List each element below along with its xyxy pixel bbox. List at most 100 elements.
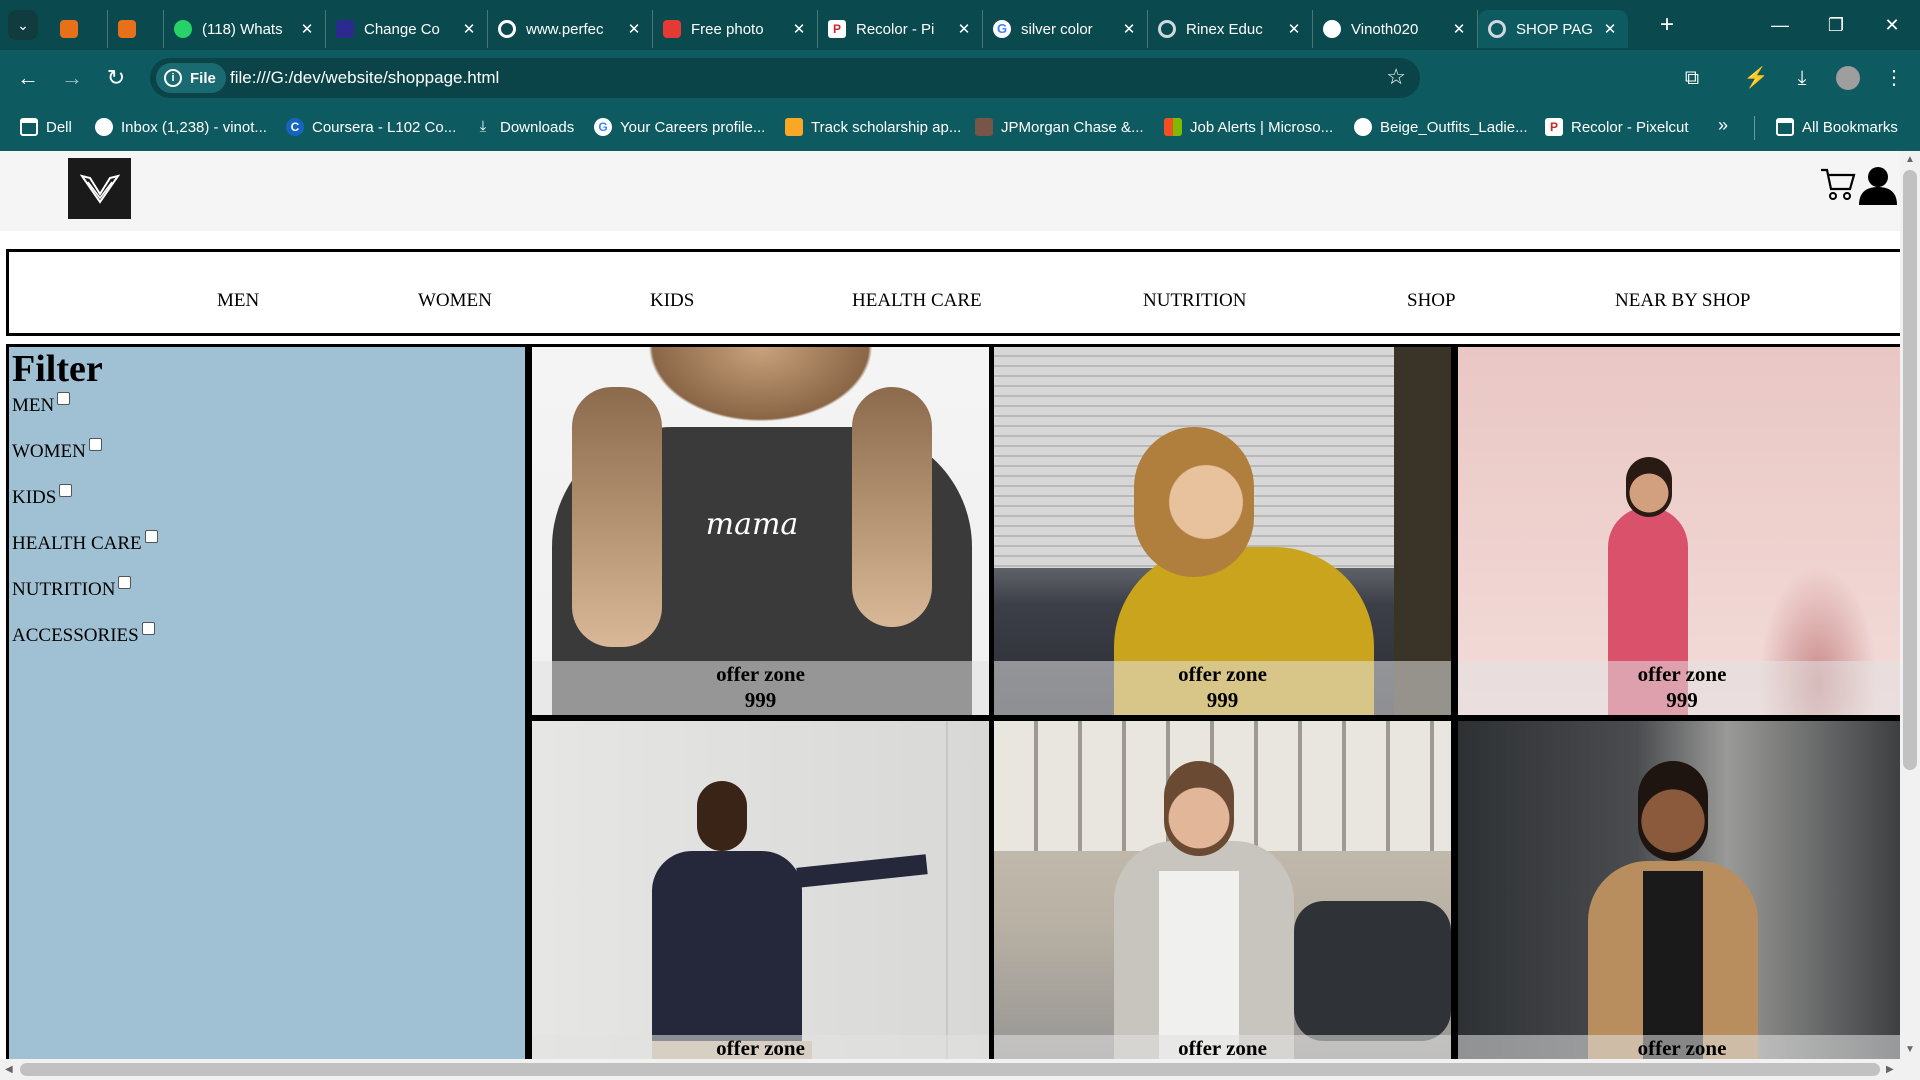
vertical-scrollbar-thumb[interactable] (1903, 170, 1917, 770)
product-card[interactable]: offer zone 999 (1458, 347, 1900, 715)
close-icon[interactable]: ✕ (791, 20, 807, 38)
menu-icon[interactable]: ⋮ (1878, 62, 1910, 94)
photo-app-icon (663, 20, 681, 38)
product-caption: offer zone (994, 1035, 1451, 1059)
close-icon[interactable]: ✕ (626, 20, 642, 38)
filter-checkbox-kids[interactable] (59, 484, 73, 497)
back-button[interactable]: ← (12, 62, 44, 94)
close-icon[interactable]: ✕ (1602, 20, 1618, 38)
bookmark-recolor[interactable]: P Recolor - Pixelcut (1545, 118, 1689, 136)
close-icon[interactable]: ✕ (1121, 20, 1137, 38)
scroll-left-icon[interactable]: ◀ (5, 1064, 13, 1075)
tab-github[interactable]: Vinoth020 ✕ (1313, 10, 1478, 48)
nav-nutrition[interactable]: NUTRITION (1143, 290, 1246, 312)
scroll-down-icon[interactable]: ▼ (1905, 1044, 1915, 1055)
filter-checkbox-women[interactable] (88, 438, 102, 451)
product-card[interactable]: offer zone (1458, 721, 1900, 1059)
bookmark-downloads[interactable]: ⤓ Downloads (474, 118, 575, 136)
filter-option-accessories: ACCESSORIES (12, 622, 155, 647)
profile-avatar[interactable] (1832, 62, 1864, 94)
close-icon[interactable]: ✕ (299, 20, 315, 38)
all-bookmarks-button[interactable]: All Bookmarks (1776, 118, 1898, 136)
nav-health-care[interactable]: HEALTH CARE (852, 290, 982, 312)
url-text[interactable]: file:///G:/dev/website/shoppage.html (230, 68, 499, 88)
cart-icon[interactable] (1820, 167, 1856, 206)
performance-icon[interactable]: ⚡ (1740, 62, 1772, 94)
filter-checkbox-men[interactable] (57, 392, 71, 405)
filter-checkbox-health-care[interactable] (144, 530, 158, 543)
filter-option-nutrition: NUTRITION (12, 576, 132, 601)
bookmark-beige-outfits[interactable]: Beige_Outfits_Ladie... (1354, 118, 1528, 136)
close-icon[interactable]: ✕ (1286, 20, 1302, 38)
nav-kids[interactable]: KIDS (650, 290, 694, 312)
bookmark-star-icon[interactable]: ☆ (1386, 64, 1406, 90)
product-caption: offer zone 999 (532, 661, 989, 715)
bookmark-dell[interactable]: Dell (20, 118, 72, 136)
tab-whatsapp[interactable]: (118) Whats ✕ (164, 10, 326, 48)
bookmark-careers[interactable]: G Your Careers profile... (594, 118, 765, 136)
product-price: 999 (1666, 688, 1698, 712)
close-icon[interactable]: ✕ (461, 20, 477, 38)
tab-recolor[interactable]: P Recolor - Pi ✕ (818, 10, 983, 48)
filter-checkbox-accessories[interactable] (141, 622, 155, 635)
bookmark-jpmorgan[interactable]: JPMorgan Chase &... (975, 118, 1144, 136)
product-card[interactable]: offer zone (532, 721, 989, 1059)
filter-label: HEALTH CARE (12, 533, 142, 554)
filter-option-men: MEN (12, 392, 71, 417)
close-window-button[interactable]: ✕ (1864, 0, 1920, 50)
tab-label: Vinoth020 (1351, 20, 1419, 38)
site-logo[interactable] (68, 158, 131, 219)
product-card[interactable]: mama offer zone 999 (532, 347, 989, 715)
filter-checkbox-nutrition[interactable] (118, 576, 132, 589)
minimize-button[interactable]: — (1752, 0, 1808, 50)
restore-button[interactable]: ❐ (1808, 0, 1864, 50)
address-bar[interactable]: i File file:///G:/dev/website/shoppage.h… (150, 58, 1420, 98)
product-title: offer zone (716, 1036, 805, 1059)
tab-shop-page[interactable]: SHOP PAGE ✕ (1478, 10, 1628, 48)
scroll-up-icon[interactable]: ▲ (1905, 154, 1915, 165)
mail-icon (95, 118, 113, 136)
jpmorgan-icon (975, 118, 993, 136)
product-title: offer zone (1178, 1036, 1267, 1059)
tab-free-photo[interactable]: Free photo ✕ (653, 10, 818, 48)
horizontal-scrollbar-thumb[interactable] (20, 1063, 1880, 1076)
extensions-icon[interactable]: ⧉ (1676, 62, 1708, 94)
tab-label: Recolor - Pi (856, 20, 935, 38)
product-card[interactable]: offer zone 999 (994, 347, 1451, 715)
product-photo (994, 721, 1451, 1059)
nav-near-by-shop[interactable]: NEAR BY SHOP (1615, 290, 1751, 312)
download-icon[interactable]: ⤓ (1786, 62, 1818, 94)
user-icon[interactable] (1858, 165, 1898, 210)
bookmark-inbox[interactable]: Inbox (1,238) - vinot... (95, 118, 267, 136)
whatsapp-icon (174, 20, 192, 38)
info-icon: i (164, 69, 182, 87)
more-bookmarks-button[interactable]: » (1718, 115, 1728, 136)
tab-perfect[interactable]: www.perfec ✕ (488, 10, 653, 48)
nav-men[interactable]: MEN (217, 290, 259, 312)
product-card[interactable]: offer zone (994, 721, 1451, 1059)
nav-shop[interactable]: SHOP (1407, 290, 1456, 312)
tab-rinex[interactable]: Rinex Educ ✕ (1148, 10, 1313, 48)
tab-search-button[interactable]: ⌄ (8, 10, 38, 40)
tab-label: (118) Whats (202, 20, 283, 38)
bookmark-job-alerts[interactable]: Job Alerts | Microso... (1164, 118, 1333, 136)
tab-pinned-2[interactable] (108, 10, 164, 48)
product-title: offer zone (1178, 662, 1267, 686)
new-tab-button[interactable]: + (1652, 10, 1682, 40)
scroll-right-icon[interactable]: ▶ (1886, 1064, 1894, 1075)
tab-silver-color[interactable]: G silver color ✕ (983, 10, 1148, 48)
reload-button[interactable]: ↻ (100, 62, 132, 94)
product-photo: mama (532, 347, 989, 715)
product-photo (1458, 347, 1900, 715)
bookmark-coursera[interactable]: C Coursera - L102 Co... (286, 118, 456, 136)
microsoft-icon (1164, 118, 1182, 136)
bookmark-scholarship[interactable]: Track scholarship ap... (785, 118, 961, 136)
close-icon[interactable]: ✕ (956, 20, 972, 38)
forward-button[interactable]: → (56, 62, 88, 94)
bookmark-label: Inbox (1,238) - vinot... (121, 118, 267, 136)
nav-women[interactable]: WOMEN (418, 290, 492, 312)
close-icon[interactable]: ✕ (1451, 20, 1467, 38)
site-info-chip[interactable]: i File (156, 63, 226, 93)
tab-pinned-1[interactable] (50, 10, 108, 48)
tab-change-color[interactable]: Change Co ✕ (326, 10, 488, 48)
